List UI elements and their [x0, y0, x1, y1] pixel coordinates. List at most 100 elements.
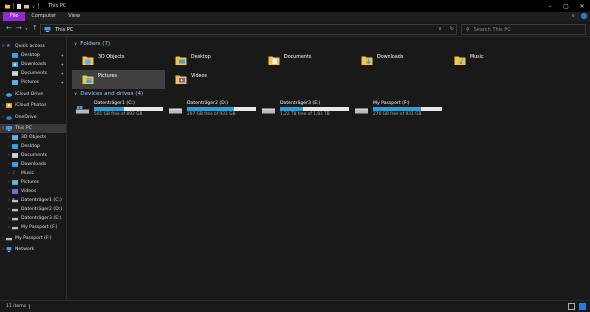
sidebar-item-drive-f[interactable]: › My Passport (F:) [0, 223, 66, 232]
downloads-folder-icon [361, 56, 373, 65]
content-pane: ∨ Folders (7) 3D Objects Desktop Document… [67, 37, 590, 300]
sidebar-item-label: Quick access [15, 44, 45, 49]
sidebar-item-videos[interactable]: › Videos [0, 187, 66, 196]
sidebar-item-onedrive[interactable]: › OneDrive [0, 113, 66, 122]
details-view-icon[interactable] [568, 303, 575, 310]
help-icon[interactable] [581, 13, 587, 19]
sidebar-item-music[interactable]: › ♪ Music [0, 169, 66, 178]
minimize-button[interactable]: – [542, 0, 558, 12]
sidebar-item-label: Documents [21, 71, 48, 76]
close-button[interactable]: ✕ [574, 0, 590, 12]
search-box[interactable]: ⚲ Search This PC [461, 24, 586, 35]
sidebar-item-desktop[interactable]: Desktop ✦ [0, 51, 66, 60]
star-icon: ★ [6, 43, 11, 49]
drive-icon [262, 108, 275, 114]
address-bar[interactable]: This PC ∨ ↻ [40, 24, 457, 35]
usage-bar [94, 107, 163, 111]
status-separator [29, 304, 31, 309]
drive-icon [6, 237, 12, 241]
folder-pictures[interactable]: Pictures [72, 70, 165, 89]
sidebar-item-pictures[interactable]: Pictures ✦ [0, 78, 66, 87]
pin-icon: ✦ [60, 62, 64, 67]
onedrive-icon [6, 116, 12, 120]
up-arrow-icon[interactable]: ↑ [32, 24, 38, 32]
desktop-folder-icon [175, 56, 187, 65]
navigation-pane: ∨ ★ Quick access Desktop ✦ Downloads ✦ D… [0, 37, 67, 300]
large-icons-view-icon[interactable] [579, 303, 586, 310]
drive-d[interactable]: Datenträger2 (D:) 297 GB free of 931 GB [165, 100, 257, 119]
address-controls: ∨ ↻ [438, 25, 454, 34]
desktop-folder-icon [12, 53, 18, 58]
sidebar-item-quick-access[interactable]: ∨ ★ Quick access [0, 42, 66, 51]
sidebar-item-documents-pc[interactable]: › Documents [0, 151, 66, 160]
cloud-drive-icon [6, 93, 12, 97]
collapse-chevron-icon[interactable]: ∨ [74, 92, 77, 97]
window-controls: – ▢ ✕ [542, 0, 590, 12]
recent-locations-icon[interactable]: ∨ [25, 26, 28, 31]
address-dropdown-icon[interactable]: ∨ [438, 25, 442, 34]
sidebar-item-network[interactable]: › Network [0, 245, 66, 254]
sidebar-item-desktop-pc[interactable]: › Desktop [0, 142, 66, 151]
folder-videos[interactable]: Videos [165, 70, 258, 89]
sidebar-item-icloud-drive[interactable]: › iCloud Drive [0, 90, 66, 99]
videos-folder-icon [12, 189, 18, 194]
3d-objects-icon [12, 135, 18, 140]
drive-c[interactable]: Datenträger1 (C:) 501 GB free of 893 GB [72, 100, 164, 119]
folder-3d-objects[interactable]: 3D Objects [72, 51, 165, 70]
sidebar-item-my-passport[interactable]: › My Passport (F:) [0, 234, 66, 243]
sidebar-item-label: Desktop [21, 144, 40, 149]
sidebar-item-this-pc[interactable]: ∨ This PC [0, 124, 66, 133]
sidebar-item-drive-d[interactable]: › Datenträger2 (D:) [0, 205, 66, 214]
sidebar-item-icloud-photos[interactable]: › iCloud Photos [0, 101, 66, 110]
folder-desktop[interactable]: Desktop [165, 51, 258, 70]
forward-arrow-icon[interactable]: → [16, 24, 22, 32]
drive-free-space: 501 GB free of 893 GB [94, 112, 143, 117]
drives-group-header[interactable]: ∨ Devices and drives (4) [74, 91, 143, 97]
refresh-icon[interactable]: ↻ [450, 25, 454, 34]
sidebar-item-downloads-pc[interactable]: › Downloads [0, 160, 66, 169]
search-input[interactable]: Search This PC [474, 27, 511, 33]
sidebar-item-drive-c[interactable]: › Datenträger1 (C:) [0, 196, 66, 205]
tab-view[interactable]: View [62, 12, 86, 21]
usage-bar [187, 107, 256, 111]
tab-computer[interactable]: Computer [25, 12, 62, 21]
sidebar-item-label: This PC [15, 126, 32, 131]
usage-bar [280, 107, 349, 111]
sidebar-item-documents[interactable]: Documents ✦ [0, 69, 66, 78]
usage-bar [373, 107, 442, 111]
drive-e[interactable]: Datenträger3 (E:) 1,22 TB free of 1,81 T… [258, 100, 350, 119]
tab-file[interactable]: File [3, 12, 26, 21]
drive-icon [12, 226, 18, 230]
sidebar-item-label: Pictures [21, 80, 40, 85]
maximize-button[interactable]: ▢ [558, 0, 574, 12]
folders-group-header[interactable]: ∨ Folders (7) [74, 41, 110, 47]
sidebar-item-label: Music [21, 171, 35, 176]
drive-f[interactable]: My Passport (F:) 276 GB free of 931 GB [351, 100, 443, 119]
back-arrow-icon[interactable]: ← [6, 24, 12, 32]
pin-icon: ✦ [60, 71, 64, 76]
usage-bar-fill [187, 107, 234, 111]
sidebar-item-label: iCloud Photos [15, 103, 47, 108]
new-folder-icon[interactable] [24, 4, 29, 9]
properties-icon[interactable] [17, 3, 21, 9]
folder-documents[interactable]: Documents [258, 51, 351, 70]
drive-free-space: 1,22 TB free of 1,81 TB [280, 112, 330, 117]
sidebar-item-drive-e[interactable]: › Datenträger3 (E:) [0, 214, 66, 223]
sidebar-item-label: Documents [21, 153, 48, 158]
system-drive-icon [76, 106, 89, 114]
expand-ribbon-icon[interactable]: ∨ [571, 13, 575, 19]
sidebar-item-pictures-pc[interactable]: › Pictures [0, 178, 66, 187]
sidebar-item-3d-objects[interactable]: › 3D Objects [0, 133, 66, 142]
drive-info: Datenträger3 (E:) 1,22 TB free of 1,81 T… [280, 100, 349, 119]
qa-dropdown-icon[interactable]: ∨ [32, 4, 35, 9]
sidebar-item-downloads[interactable]: Downloads ✦ [0, 60, 66, 69]
documents-folder-icon [12, 71, 18, 76]
videos-folder-icon [175, 75, 187, 84]
drive-free-space: 297 GB free of 931 GB [187, 112, 236, 117]
folder-downloads[interactable]: Downloads [351, 51, 444, 70]
collapse-chevron-icon[interactable]: ∨ [74, 42, 77, 47]
drive-info: My Passport (F:) 276 GB free of 931 GB [373, 100, 442, 119]
folder-music[interactable]: Music [444, 51, 537, 70]
sidebar-item-label: 3D Objects [21, 135, 47, 140]
sidebar-item-label: iCloud Drive [15, 92, 44, 97]
